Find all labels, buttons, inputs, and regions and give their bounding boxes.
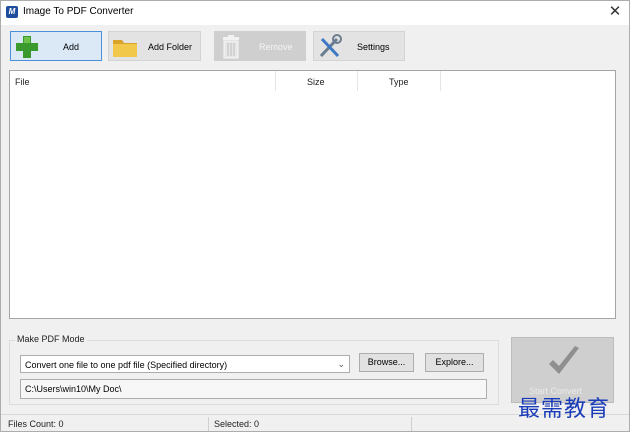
close-button[interactable]: ✕: [605, 3, 625, 21]
tools-icon: [319, 34, 342, 58]
column-divider[interactable]: [440, 71, 441, 91]
files-count-status: Files Count: 0: [8, 419, 64, 429]
window-title: Image To PDF Converter: [23, 6, 134, 17]
browse-button[interactable]: Browse...: [359, 353, 414, 372]
settings-button-label: Settings: [357, 42, 390, 52]
folder-icon: [113, 40, 137, 57]
column-divider[interactable]: [357, 71, 358, 91]
add-folder-button-label: Add Folder: [148, 42, 193, 52]
column-type[interactable]: Type: [389, 77, 409, 87]
checkmark-icon: [549, 346, 579, 374]
trash-icon: [223, 35, 239, 59]
app-logo-icon: M: [6, 6, 18, 18]
plus-icon: [16, 36, 38, 58]
remove-button[interactable]: Remove: [214, 31, 306, 61]
status-divider: [411, 417, 412, 431]
toolbar: Add Add Folder Remove Settings: [1, 25, 629, 69]
add-folder-button[interactable]: Add Folder: [108, 31, 201, 61]
file-list[interactable]: File Size Type: [9, 70, 616, 319]
chevron-down-icon: ⌄: [337, 359, 345, 369]
output-path-value: C:\Users\win10\My Doc\: [25, 384, 122, 394]
column-divider[interactable]: [275, 71, 276, 91]
file-list-header: File Size Type: [10, 71, 615, 91]
pdf-mode-select[interactable]: Convert one file to one pdf file (Specif…: [20, 355, 350, 373]
app-window: M Image To PDF Converter ✕ Add Add Folde…: [0, 0, 630, 432]
pdf-mode-legend: Make PDF Mode: [15, 334, 87, 344]
explore-button[interactable]: Explore...: [425, 353, 484, 372]
settings-button[interactable]: Settings: [313, 31, 405, 61]
pdf-mode-selected-value: Convert one file to one pdf file (Specif…: [25, 360, 228, 370]
output-path-field[interactable]: C:\Users\win10\My Doc\: [20, 379, 487, 399]
add-button-label: Add: [63, 42, 80, 52]
column-file[interactable]: File: [15, 77, 30, 87]
remove-button-label: Remove: [259, 42, 293, 52]
column-size[interactable]: Size: [307, 77, 325, 87]
add-button[interactable]: Add: [10, 31, 102, 61]
selected-status: Selected: 0: [214, 419, 260, 429]
watermark-logo: 最需教育: [518, 397, 611, 422]
title-bar: M Image To PDF Converter ✕: [1, 1, 629, 25]
status-divider: [208, 417, 209, 431]
